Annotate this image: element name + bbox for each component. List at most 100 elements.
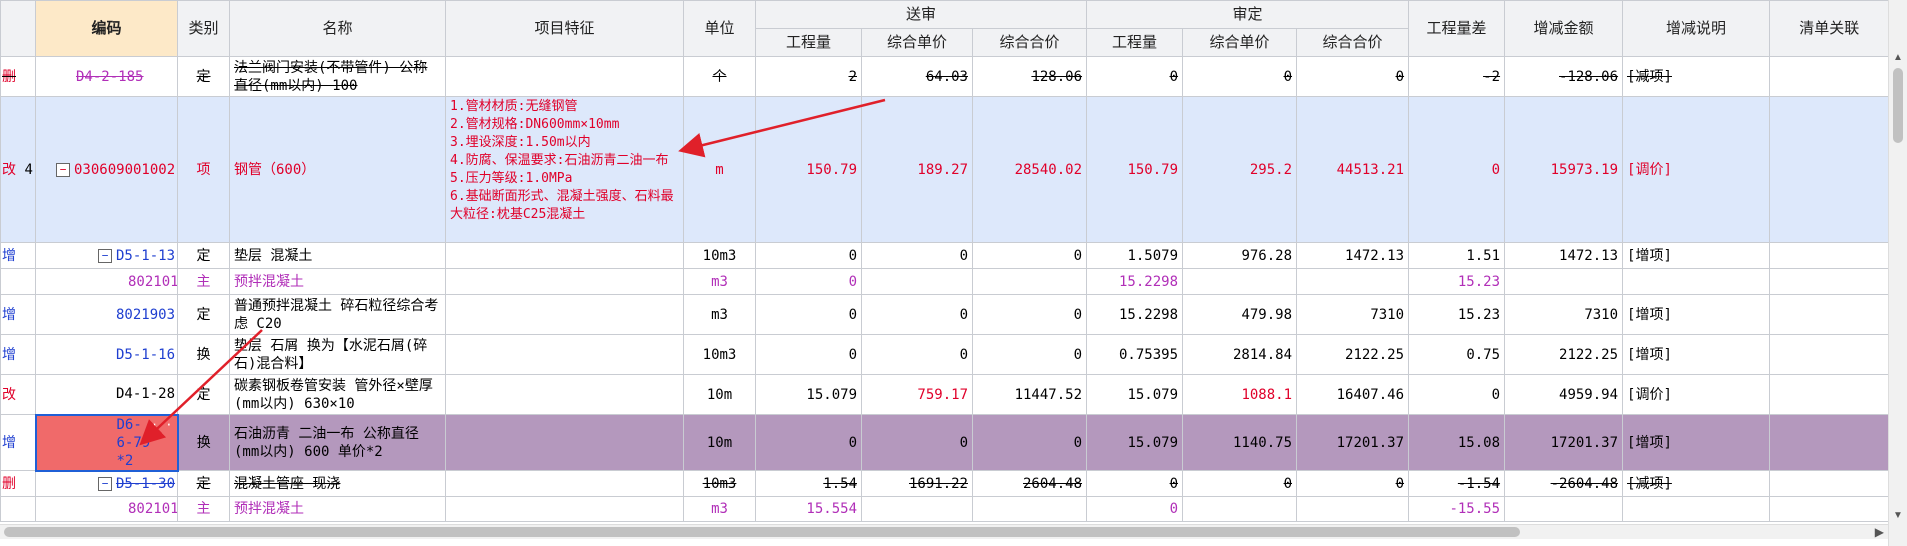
table-row[interactable]: 删 − D5-1-30 定 混凝土管座 现浇 10m3 1.54 1691.22 … [0,470,1890,497]
row-s-qty[interactable]: 0 [755,334,862,375]
table-row[interactable]: 增 8021903 定 普通预拌混凝土 碎石粒径综合考虑 C20 m3 0 0 … [0,294,1890,335]
row-a-price[interactable] [1182,268,1298,295]
row-link[interactable] [1769,496,1890,522]
row-link[interactable] [1769,96,1890,243]
row-code[interactable]: 8021903 [35,294,178,335]
row-a-price[interactable]: 1088.1 [1182,374,1298,415]
row-code[interactable]: D4-1-28 [35,374,178,415]
row-code[interactable]: − D5-1-30 [35,470,178,497]
table-row[interactable]: 增 D5-1-16 换 垫层 石屑 换为【水泥石屑(碎石)混合料】 10m3 0… [0,334,1890,375]
row-change[interactable]: 4959.94 [1504,374,1624,415]
row-s-total[interactable]: 128.06 [971,56,1088,97]
row-a-total[interactable]: 2122.25 [1296,334,1410,375]
row-s-total[interactable]: 11447.52 [971,374,1088,415]
row-s-price[interactable]: 189.27 [861,96,973,243]
row-diff[interactable]: -15.55 [1408,496,1506,522]
row-s-price[interactable]: 759.17 [861,374,973,415]
row-diff[interactable]: 0 [1408,374,1506,415]
header-s-total[interactable]: 综合合价 [971,28,1088,57]
scroll-down-icon[interactable]: ▼ [1893,510,1903,521]
table-row[interactable]: 80210180 主 预拌混凝土 m3 15.554 0 -15.55 [0,496,1890,522]
row-type[interactable]: 定 [177,374,230,415]
row-link[interactable] [1769,56,1890,97]
row-note[interactable] [1622,268,1771,295]
row-change[interactable]: 2122.25 [1504,334,1624,375]
row-diff[interactable]: 1.51 [1408,242,1506,269]
row-unit[interactable]: m3 [683,496,756,522]
row-code[interactable]: −030609001002 [35,96,178,243]
row-note[interactable]: [调价] [1622,374,1771,415]
row-feature[interactable] [445,334,684,375]
row-feature[interactable] [445,56,684,97]
row-a-total[interactable]: 17201.37 [1296,414,1410,471]
row-a-price[interactable] [1182,496,1298,522]
row-a-qty[interactable]: 15.079 [1086,374,1184,415]
row-a-price[interactable]: 1140.75 [1182,414,1298,471]
row-code[interactable]: D4-2-185 [35,56,178,97]
scroll-up-icon[interactable]: ▲ [1893,52,1903,63]
row-link[interactable] [1769,470,1890,497]
table-row[interactable]: 删 D4-2-185 定 法兰阀门安装(不带管件) 公称直径(mm以内) 100… [0,56,1890,97]
row-s-price[interactable] [861,268,973,295]
row-link[interactable] [1769,242,1890,269]
row-name[interactable]: 混凝土管座 现浇 [229,470,446,497]
row-note[interactable]: [增项] [1622,242,1771,269]
row-note[interactable]: [减项] [1622,56,1771,97]
row-s-total[interactable]: 28540.02 [971,96,1088,243]
row-a-qty[interactable]: 15.2298 [1086,294,1184,335]
row-type[interactable]: 主 [177,496,230,522]
row-change[interactable] [1504,496,1624,522]
row-feature[interactable] [445,242,684,269]
row-note[interactable]: [增项] [1622,334,1771,375]
table-row[interactable]: 改 D4-1-28 定 碳素钢板卷管安装 管外径×壁厚(mm以内) 630×10… [0,374,1890,415]
row-a-price[interactable]: 0 [1182,56,1298,97]
row-a-qty[interactable]: 0 [1086,56,1184,97]
row-a-qty[interactable]: 0.75395 [1086,334,1184,375]
row-code-selected[interactable]: ··· D6-6-79 *2 [34,413,179,472]
row-code[interactable]: − D5-1-13 [35,242,178,269]
row-a-total[interactable] [1296,496,1410,522]
header-change-note[interactable]: 增减说明 [1622,0,1771,57]
row-s-total[interactable]: 0 [971,242,1088,269]
row-change[interactable]: 15973.19 [1504,96,1624,243]
more-button[interactable]: ··· [151,417,173,434]
header-qty-diff[interactable]: 工程量差 [1408,0,1506,57]
row-s-qty[interactable]: 0 [755,294,862,335]
row-feature[interactable] [445,268,684,295]
row-s-qty[interactable]: 2 [755,56,862,97]
table-row[interactable]: 改 4 −030609001002 项 钢管（600） 1.管材材质:无缝钢管 2… [0,96,1890,243]
horizontal-scrollbar[interactable]: ▶ [0,524,1888,539]
row-feature[interactable] [445,470,684,497]
row-change[interactable]: 7310 [1504,294,1624,335]
row-type[interactable]: 定 [177,294,230,335]
row-name[interactable]: 钢管（600） [229,96,446,243]
row-s-qty[interactable]: 15.554 [755,496,862,522]
collapse-icon[interactable]: − [98,248,112,263]
row-note[interactable]: [减项] [1622,470,1771,497]
row-name[interactable]: 垫层 石屑 换为【水泥石屑(碎石)混合料】 [229,334,446,375]
row-a-qty[interactable]: 0 [1086,496,1184,522]
row-unit[interactable]: m3 [683,294,756,335]
row-link[interactable] [1769,334,1890,375]
row-unit[interactable]: m3 [683,268,756,295]
row-s-total[interactable] [971,268,1088,295]
row-a-qty[interactable]: 0 [1086,470,1184,497]
row-type[interactable]: 项 [177,96,230,243]
row-unit[interactable]: 10m [683,374,756,415]
row-note[interactable]: [增项] [1622,294,1771,335]
row-a-total[interactable]: 0 [1296,56,1410,97]
table-row[interactable]: 增 − D5-1-13 定 垫层 混凝土 10m3 0 0 0 1.5079 97… [0,242,1890,269]
row-a-qty[interactable]: 15.2298 [1086,268,1184,295]
row-a-total[interactable]: 1472.13 [1296,242,1410,269]
row-a-price[interactable]: 976.28 [1182,242,1298,269]
row-s-price[interactable]: 0 [861,334,973,375]
row-s-qty[interactable]: 0 [755,414,862,471]
vertical-scrollbar[interactable]: ▲ ▼ [1888,0,1907,546]
row-unit[interactable]: 10m3 [683,470,756,497]
row-a-total[interactable]: 0 [1296,470,1410,497]
row-type[interactable]: 定 [177,470,230,497]
row-note[interactable]: [调价] [1622,96,1771,243]
row-s-price[interactable]: 64.03 [861,56,973,97]
header-a-qty[interactable]: 工程量 [1086,28,1184,57]
row-a-qty[interactable]: 15.079 [1086,414,1184,471]
